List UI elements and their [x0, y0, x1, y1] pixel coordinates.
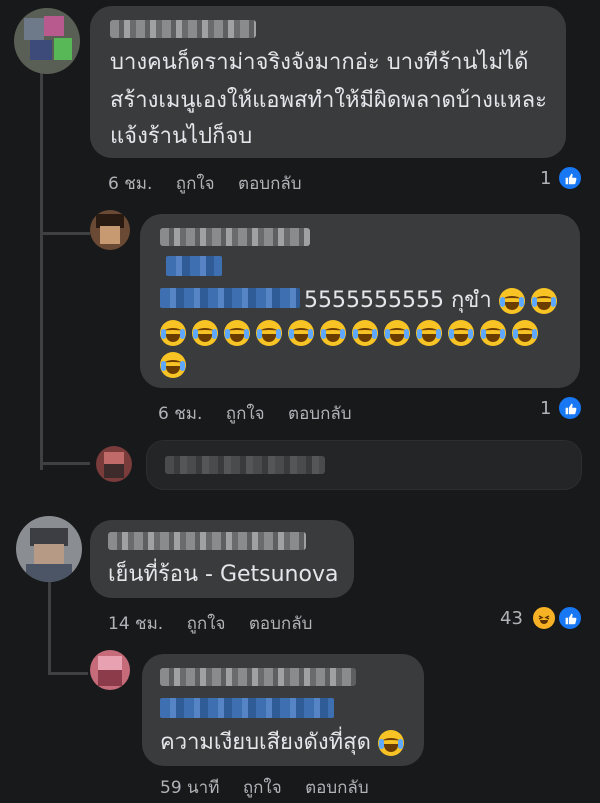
face-with-tears-of-joy-icon: [288, 320, 314, 346]
like-link[interactable]: ถูกใจ: [176, 174, 215, 194]
comment-bubble: เย็นที่ร้อน - Getsunova: [90, 520, 354, 598]
timestamp: 14 ชม.: [108, 614, 164, 634]
mention-link[interactable]: [166, 256, 222, 276]
thumbs-up-icon[interactable]: [557, 395, 583, 421]
timestamp: 6 ชม.: [108, 174, 153, 194]
thumbs-up-icon[interactable]: [557, 605, 583, 631]
avatar[interactable]: [90, 210, 130, 250]
reaction-count[interactable]: 43: [500, 608, 523, 629]
comment-bubble: 5555555555 กุขำ: [140, 214, 580, 388]
timestamp: 59 นาที: [160, 778, 220, 798]
author-name[interactable]: [110, 20, 256, 38]
thread-connector: [48, 672, 88, 675]
comment-text-main: 5555555555 กุขำ: [304, 288, 492, 313]
face-with-tears-of-joy-icon: [480, 320, 506, 346]
avatar: [96, 446, 132, 482]
reply-input[interactable]: [146, 440, 582, 490]
thumbs-up-icon[interactable]: [557, 165, 583, 191]
face-with-tears-of-joy-icon: [448, 320, 474, 346]
author-name[interactable]: [160, 668, 356, 686]
avatar[interactable]: [14, 8, 80, 74]
face-with-tears-of-joy-icon: [377, 730, 404, 756]
thread-connector: [40, 232, 90, 235]
avatar[interactable]: [90, 650, 130, 690]
comment-meta: 59 นาที ถูกใจ ตอบกลับ: [160, 774, 369, 801]
comment-text-main: ความเงียบเสียงดังที่สุด: [160, 730, 371, 755]
thread-line: [48, 575, 51, 675]
like-link[interactable]: ถูกใจ: [243, 778, 282, 798]
comment-text: 5555555555 กุขำ: [304, 284, 563, 318]
reaction-count[interactable]: 1: [540, 168, 551, 189]
comment-bubble: บางคนก็ดราม่าจริงจังมากอ่ะ บางทีร้านไม่ไ…: [90, 6, 566, 158]
face-with-tears-of-joy-icon: [192, 320, 218, 346]
mention-link[interactable]: [160, 698, 334, 718]
reply-link[interactable]: ตอบกลับ: [238, 174, 302, 194]
reply-input-placeholder: [165, 456, 325, 474]
comment-meta: 14 ชม. ถูกใจ ตอบกลับ: [108, 610, 312, 637]
comment-text-line: สร้างเมนูเองให้แอพสทำให้มีผิดพลาดบ้างแหล…: [110, 88, 547, 113]
like-link[interactable]: ถูกใจ: [187, 614, 226, 634]
emoji-row: [160, 320, 544, 346]
mention-link[interactable]: [160, 288, 300, 308]
like-link[interactable]: ถูกใจ: [226, 404, 265, 424]
comment-text-line: บางคนก็ดราม่าจริงจังมากอ่ะ บางทีร้านไม่ไ…: [110, 50, 529, 75]
emoji-row: [160, 352, 192, 378]
face-with-tears-of-joy-icon: [256, 320, 282, 346]
author-name[interactable]: [108, 532, 306, 550]
reply-link[interactable]: ตอบกลับ: [288, 404, 352, 424]
avatar[interactable]: [16, 516, 82, 582]
face-with-tears-of-joy-icon: [160, 320, 186, 346]
face-with-tears-of-joy-icon: [530, 288, 557, 314]
face-with-tears-of-joy-icon: [352, 320, 378, 346]
timestamp: 6 ชม.: [158, 404, 203, 424]
comment-meta: 6 ชม. ถูกใจ ตอบกลับ: [158, 400, 352, 427]
face-with-tears-of-joy-icon: [320, 320, 346, 346]
reaction-count[interactable]: 1: [540, 398, 551, 419]
face-with-tears-of-joy-icon: [160, 352, 186, 378]
face-with-tears-of-joy-icon: [224, 320, 250, 346]
author-name[interactable]: [160, 228, 310, 246]
comment-text: เย็นที่ร้อน - Getsunova: [108, 562, 339, 587]
laughing-face-icon[interactable]: [531, 605, 557, 631]
comment-meta: 6 ชม. ถูกใจ ตอบกลับ: [108, 170, 302, 197]
comment-text: ความเงียบเสียงดังที่สุด: [160, 726, 410, 760]
reply-link[interactable]: ตอบกลับ: [249, 614, 313, 634]
face-with-tears-of-joy-icon: [512, 320, 538, 346]
comment-bubble: ความเงียบเสียงดังที่สุด: [142, 654, 424, 766]
face-with-tears-of-joy-icon: [498, 288, 525, 314]
thread-line: [40, 70, 43, 470]
face-with-tears-of-joy-icon: [416, 320, 442, 346]
thread-connector: [40, 462, 90, 465]
face-with-tears-of-joy-icon: [384, 320, 410, 346]
reply-link[interactable]: ตอบกลับ: [305, 778, 369, 798]
comment-text-line: แจ้งร้านไปก็จบ: [110, 124, 253, 149]
